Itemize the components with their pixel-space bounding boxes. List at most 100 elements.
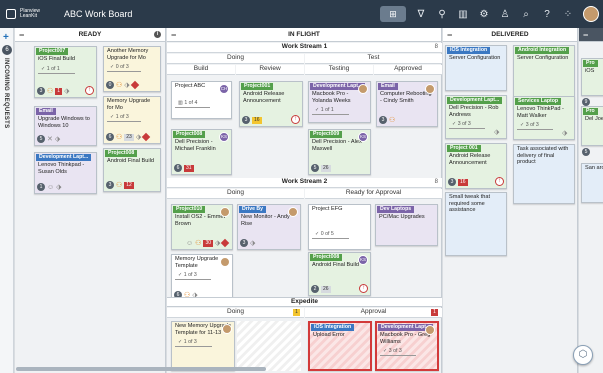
partial-lane-header[interactable]: −	[579, 28, 603, 42]
card-d2[interactable]: Development Lapt... Dell Precision - Rob…	[445, 95, 507, 139]
card-x2[interactable]: Pro Del Joe	[581, 106, 603, 146]
collapse-icon[interactable]: −	[583, 30, 588, 40]
incoming-requests-label[interactable]: INCOMING REQUESTS	[3, 58, 9, 128]
tag-icon: ⬗	[250, 240, 256, 247]
card-ra3[interactable]: Project008 KS Android Final Build 2 26 ↑	[308, 252, 371, 296]
card-a1[interactable]: Email Computer Rebooting - Cindy Smith 3…	[376, 81, 438, 127]
filter-icon[interactable]: ∇	[415, 8, 427, 20]
search-icon[interactable]: ⌕	[520, 8, 532, 20]
assignee-avatar[interactable]: KS	[358, 132, 368, 142]
card-b2[interactable]: Project008 KS Dell Precision - Michael F…	[171, 129, 232, 175]
assignee-avatar[interactable]: KS	[358, 255, 368, 265]
collapse-icon[interactable]: −	[171, 30, 176, 40]
horizontal-scrollbar[interactable]	[16, 367, 266, 371]
ws1-build-header[interactable]: Build	[167, 65, 235, 75]
card-w3[interactable]: Memory Upgrade Template ✓ 1 of 3 6 ⚇ ⬗	[171, 254, 233, 302]
card-w1[interactable]: Project010 Install OS2 - Emmet Brown ☺ ⚇…	[171, 204, 233, 250]
card-number-badge: 3	[240, 239, 248, 247]
ws1-test-header[interactable]: Test	[305, 54, 442, 64]
ws2-title: Work Stream 2	[281, 178, 328, 185]
settings-icon[interactable]: ⚙	[478, 8, 490, 20]
card-r6[interactable]: Project008 Android Final Build 3 ⚇ 12	[103, 148, 161, 192]
card-d1[interactable]: iOS Integration Server Configuration	[445, 45, 507, 91]
card-ra2[interactable]: Dev Laptops PC/Mac Upgrades	[375, 204, 438, 246]
card-tag: Services Laptop	[515, 98, 562, 105]
expedite-header[interactable]: Expedite	[167, 297, 442, 307]
card-d3[interactable]: Project 001 Android Release Announcement…	[445, 143, 507, 189]
expedite-doing-header[interactable]: Doing 1	[167, 308, 304, 318]
card-ra1[interactable]: Project EFG ✓ 0 of 5	[308, 204, 371, 250]
priority-arrow-icon[interactable]: ↑	[291, 115, 300, 124]
logo[interactable]: Planview LeanKit	[6, 8, 50, 20]
inflight-lane-header[interactable]: − IN FLIGHT	[167, 28, 441, 42]
card-x3[interactable]: San arc	[581, 163, 603, 203]
assignee-avatar[interactable]	[425, 84, 435, 94]
apps-icon[interactable]: ⁘	[562, 8, 574, 20]
card-t2[interactable]: Project009 KS Dell Precision - Alex Maxw…	[308, 129, 371, 175]
expedite-approval-header[interactable]: Approval 1	[305, 308, 442, 318]
card-title: iOS Final Build	[38, 56, 75, 62]
ws1-review-header[interactable]: Review	[236, 65, 304, 75]
ws2-header[interactable]: Work Stream 2 8	[167, 178, 442, 188]
ws1-approved-header[interactable]: Approved	[374, 65, 442, 75]
add-card-button[interactable]: ⊞	[380, 6, 406, 22]
card-r2[interactable]: Email Upgrade Windows to Windows 10 5 ✕ …	[34, 106, 97, 146]
blocked-badge: 30	[203, 239, 213, 247]
card-r5[interactable]: Memory Upgrade for Mo ✓ 1 of 3 6 ⚇ 23 ⬗	[103, 96, 161, 144]
assignee-avatar[interactable]	[358, 84, 368, 94]
ready-lane-header[interactable]: − READY i	[15, 28, 165, 42]
help-icon[interactable]: ?	[541, 8, 553, 20]
add-lane-plus-icon[interactable]: +	[3, 32, 9, 43]
collapse-icon[interactable]: −	[19, 30, 24, 40]
ws1-header[interactable]: Work Stream 1 8	[167, 43, 442, 53]
card-r1[interactable]: Project007 iOS Final Build ✓ 1 of 1 3 ⚇ …	[34, 46, 97, 98]
board-title[interactable]: ABC Work Board	[64, 9, 132, 19]
card-t1[interactable]: Development Lapt... Macbook Pro - Yoland…	[308, 81, 371, 123]
card-x1[interactable]: Pro iOS	[581, 58, 603, 96]
card-d7[interactable]: Task associated with delivery of final p…	[513, 144, 575, 204]
delivered-lane-header[interactable]: − DELIVERED	[443, 28, 577, 42]
people-icon: ⚇	[116, 82, 123, 89]
card-d6[interactable]: Services Laptop Lenovo ThinkPad - Matt W…	[513, 96, 575, 140]
card-footer: 3 ⚇ 1 ⬗	[37, 87, 69, 95]
card-r3[interactable]: Development Lapt... Lenovo Thinkpad - Su…	[34, 152, 97, 194]
user-icon[interactable]: ♙	[499, 8, 511, 20]
assignee-avatar[interactable]	[425, 325, 435, 335]
card-e2[interactable]: iOS Integration Upload Error	[308, 321, 372, 371]
smile-icon: ☺	[186, 239, 194, 247]
assignee-avatar[interactable]: KS	[219, 132, 229, 142]
card-number-badge: 0	[106, 81, 114, 89]
card-w2[interactable]: Drive By New Monitor - Andy Rise 3 ⬗	[237, 204, 301, 250]
card-tag: Project008	[105, 150, 138, 157]
assignee-avatar[interactable]	[288, 207, 298, 217]
card-e3[interactable]: Development Lapt... Macbook Pro - Greg W…	[375, 321, 439, 371]
card-tag: Email	[36, 108, 56, 115]
card-r4[interactable]: Another Memory Upgrade for Mo ✓ 0 of 3 0…	[103, 46, 161, 92]
board-shortcut-icon[interactable]: ⬡	[573, 345, 593, 365]
people-filter-icon[interactable]: ⚲	[436, 8, 448, 20]
priority-arrow-icon[interactable]: ↑	[359, 284, 368, 293]
ws1-doing-header[interactable]: Doing	[167, 54, 304, 64]
card-tag: Project008	[310, 254, 343, 261]
assignee-avatar[interactable]	[222, 324, 232, 334]
user-avatar[interactable]	[583, 6, 599, 22]
card-b1[interactable]: Project ABC CH ▥ 1 of 4	[171, 81, 232, 119]
assignee-avatar[interactable]: CH	[219, 84, 229, 94]
ws1-testing-header[interactable]: Testing	[305, 65, 373, 75]
assignee-avatar[interactable]	[220, 257, 230, 267]
card-d4[interactable]: Small tweak that required some assistanc…	[445, 192, 507, 256]
card-tag: Pro	[583, 108, 598, 115]
assignee-avatar[interactable]	[220, 207, 230, 217]
card-rv1[interactable]: Project001 Android Release Announcement …	[239, 81, 303, 127]
ws2-doing-header[interactable]: Doing	[167, 189, 304, 199]
collapse-icon[interactable]: −	[447, 30, 452, 40]
priority-arrow-icon[interactable]: ↑	[495, 177, 504, 186]
blocked-badge: 31	[184, 164, 194, 172]
ws2-ready-for-approval-header[interactable]: Ready for Approval	[305, 189, 442, 199]
analytics-icon[interactable]: ▥	[457, 8, 469, 20]
card-e1[interactable]: New Memory Upgrade Template for 11-13 ✓ …	[171, 321, 235, 371]
card-title: Memory Upgrade for Mo	[107, 98, 151, 111]
priority-arrow-icon[interactable]: ↑	[85, 86, 94, 95]
tag-icon: ⬗	[562, 130, 568, 137]
info-icon[interactable]: i	[154, 31, 161, 38]
